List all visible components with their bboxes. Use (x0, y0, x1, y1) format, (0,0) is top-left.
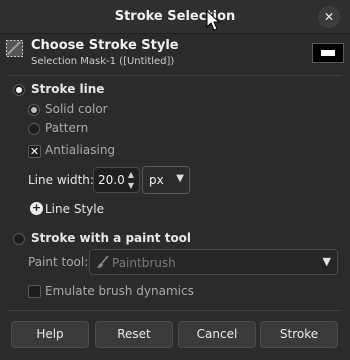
reset-button[interactable]: Reset (95, 321, 173, 348)
unit-select[interactable]: px ▼ (142, 166, 190, 194)
decrement-icon[interactable]: ▼ (126, 181, 136, 191)
line-width-spinner[interactable]: 20.0 ▲ ▼ (93, 167, 140, 193)
dialog-subtitle: Selection Mask-1 ([Untitled]) (31, 56, 175, 67)
paint-tool-value: Paintbrush (112, 256, 176, 270)
mouse-cursor-icon (206, 10, 220, 31)
emulate-dynamics-label: Emulate brush dynamics (45, 284, 194, 298)
chevron-down-icon: ▼ (176, 173, 184, 184)
unit-value: px (149, 173, 164, 187)
preview-swatch (321, 50, 335, 56)
header-separator (8, 75, 342, 76)
increment-icon[interactable]: ▲ (126, 170, 136, 180)
dialog-title: Choose Stroke Style (31, 38, 179, 53)
paint-tool-radio-label: Stroke with a paint tool (31, 231, 192, 245)
line-style-expander-icon[interactable]: + (30, 202, 43, 215)
window-title: Stroke Selection (114, 9, 236, 24)
pattern-radio[interactable] (28, 123, 40, 135)
paint-tool-label: Paint tool: (28, 255, 89, 269)
solid-color-label: Solid color (45, 102, 108, 116)
stroke-line-label: Stroke line (31, 82, 105, 96)
paint-tool-radio[interactable] (13, 233, 25, 245)
paint-tool-select[interactable]: Paintbrush ▼ (89, 249, 338, 275)
antialiasing-label: Antialiasing (45, 143, 116, 157)
help-button[interactable]: Help (11, 321, 89, 348)
stroke-preview (312, 43, 344, 63)
close-icon[interactable]: ✕ (318, 6, 340, 28)
stroke-button[interactable]: Stroke (260, 321, 338, 348)
paintbrush-icon (97, 255, 109, 268)
line-width-value: 20.0 (98, 173, 125, 187)
footer-separator (8, 310, 342, 311)
stroke-selection-icon (6, 40, 23, 57)
line-width-label: Line width: (28, 173, 94, 187)
stroke-line-radio[interactable] (13, 84, 25, 96)
cancel-button[interactable]: Cancel (178, 321, 256, 348)
title-bar: Stroke Selection ✕ (0, 0, 350, 34)
dialog-header: Choose Stroke Style Selection Mask-1 ([U… (0, 34, 350, 74)
emulate-dynamics-checkbox[interactable] (28, 285, 41, 298)
line-style-label[interactable]: Line Style (45, 202, 104, 216)
pattern-label: Pattern (45, 121, 89, 135)
solid-color-radio[interactable] (28, 104, 40, 116)
chevron-down-icon: ▼ (322, 255, 331, 268)
antialiasing-checkbox[interactable]: ✕ (28, 145, 41, 158)
